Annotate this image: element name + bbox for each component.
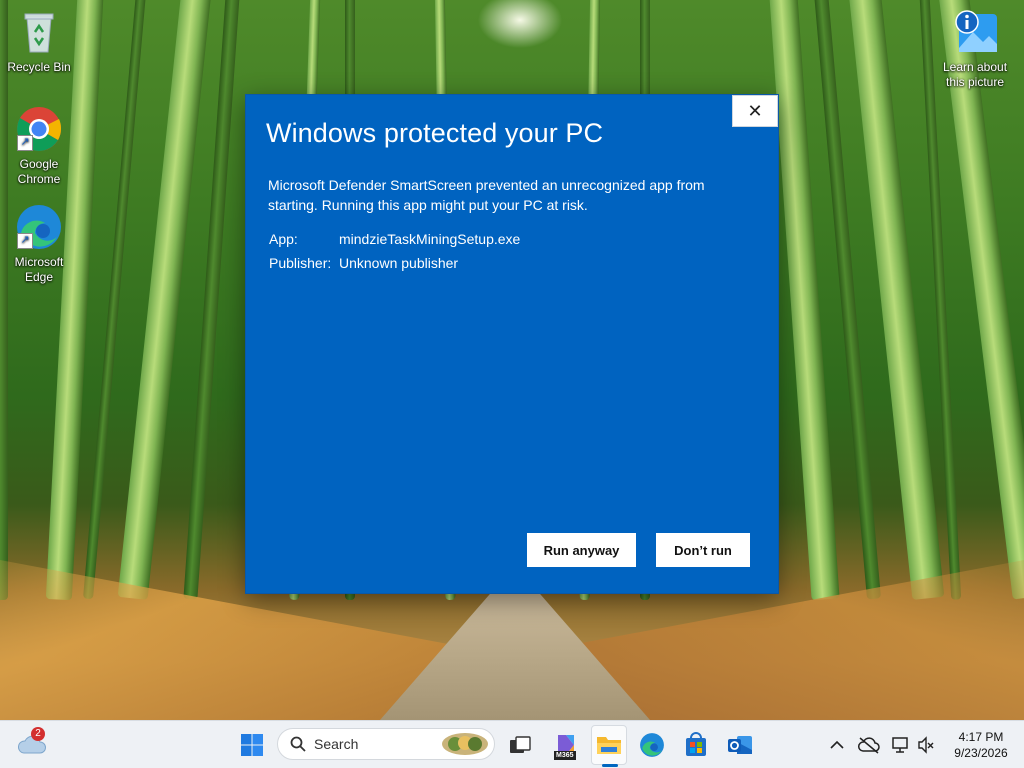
desktop-icon-recycle-bin[interactable]: Recycle Bin bbox=[1, 8, 77, 75]
recycle-bin-icon bbox=[15, 8, 63, 56]
search-placeholder: Search bbox=[314, 736, 359, 752]
publisher-label: Publisher: bbox=[269, 255, 332, 271]
notification-badge: 2 bbox=[31, 727, 45, 741]
desktop-icon-label: Learn about this picture bbox=[942, 60, 1008, 89]
bamboo-stalk bbox=[0, 0, 8, 600]
publisher-row: Publisher: Unknown publisher bbox=[269, 251, 520, 275]
close-icon: ✕ bbox=[747, 100, 763, 121]
network-icon bbox=[892, 737, 908, 753]
network-status-button[interactable] bbox=[888, 727, 914, 763]
edge-taskbar-button[interactable] bbox=[634, 727, 670, 763]
onedrive-status-button[interactable] bbox=[856, 727, 882, 763]
outlook-button[interactable] bbox=[722, 727, 758, 763]
chevron-up-icon bbox=[830, 740, 844, 749]
store-button[interactable] bbox=[678, 727, 714, 763]
edge-icon: ↗ bbox=[15, 203, 63, 251]
smartscreen-dialog: ✕ Windows protected your PC Microsoft De… bbox=[246, 95, 778, 593]
dialog-message: Microsoft Defender SmartScreen prevented… bbox=[268, 177, 705, 213]
cloud-offline-icon bbox=[858, 737, 880, 754]
desktop-icon-microsoft-edge[interactable]: ↗ Microsoft Edge bbox=[1, 203, 77, 285]
app-row: App: mindzieTaskMiningSetup.exe bbox=[269, 227, 520, 251]
windows-logo-icon bbox=[241, 734, 263, 756]
desktop-icon-label: Google Chrome bbox=[17, 157, 61, 186]
desktop-icon-label: Microsoft Edge bbox=[14, 255, 64, 284]
info-picture-icon bbox=[951, 8, 999, 56]
taskbar-clock[interactable]: 4:17 PM 9/23/2026 bbox=[946, 729, 1016, 761]
app-label: App: bbox=[269, 231, 298, 247]
m365-label: M365 bbox=[554, 751, 576, 760]
desktop-icon-google-chrome[interactable]: ↗ Google Chrome bbox=[1, 105, 77, 187]
weather-widget[interactable]: 2 bbox=[14, 727, 50, 763]
start-button[interactable] bbox=[234, 727, 270, 763]
chrome-icon: ↗ bbox=[15, 105, 63, 153]
active-app-indicator bbox=[602, 764, 618, 767]
clock-date: 9/23/2026 bbox=[954, 746, 1008, 760]
dialog-title: Windows protected your PC bbox=[266, 118, 604, 148]
publisher-value: Unknown publisher bbox=[339, 255, 459, 271]
edge-icon bbox=[640, 733, 664, 757]
taskbar-search[interactable]: Search bbox=[277, 728, 495, 760]
task-view-button[interactable] bbox=[502, 727, 538, 763]
close-button[interactable]: ✕ bbox=[732, 95, 778, 127]
desktop-icon-label: Recycle Bin bbox=[7, 60, 71, 74]
app-value: mindzieTaskMiningSetup.exe bbox=[339, 231, 521, 247]
file-explorer-button[interactable] bbox=[591, 725, 627, 767]
clock-time: 4:17 PM bbox=[958, 730, 1004, 744]
search-highlight-icon bbox=[442, 733, 488, 755]
search-icon bbox=[290, 736, 306, 752]
run-anyway-button[interactable]: Run anyway bbox=[527, 533, 636, 567]
desktop-icon-learn-about-picture[interactable]: Learn about this picture bbox=[937, 8, 1013, 90]
dont-run-button[interactable]: Don’t run bbox=[656, 533, 750, 567]
speaker-muted-icon bbox=[918, 736, 934, 754]
show-hidden-icons-button[interactable] bbox=[826, 727, 848, 763]
app-info: App: mindzieTaskMiningSetup.exe Publishe… bbox=[269, 227, 520, 275]
volume-button[interactable] bbox=[914, 727, 938, 763]
microsoft-store-icon bbox=[686, 732, 706, 756]
shortcut-arrow-icon: ↗ bbox=[17, 233, 33, 249]
outlook-icon bbox=[728, 736, 752, 754]
m365-app-button[interactable]: M365 bbox=[548, 727, 584, 763]
folder-icon bbox=[597, 737, 621, 754]
shortcut-arrow-icon: ↗ bbox=[17, 135, 33, 151]
taskbar: 2 Search M365 4:17 PM 9/23/2026 bbox=[0, 720, 1024, 768]
task-view-icon bbox=[510, 736, 531, 753]
